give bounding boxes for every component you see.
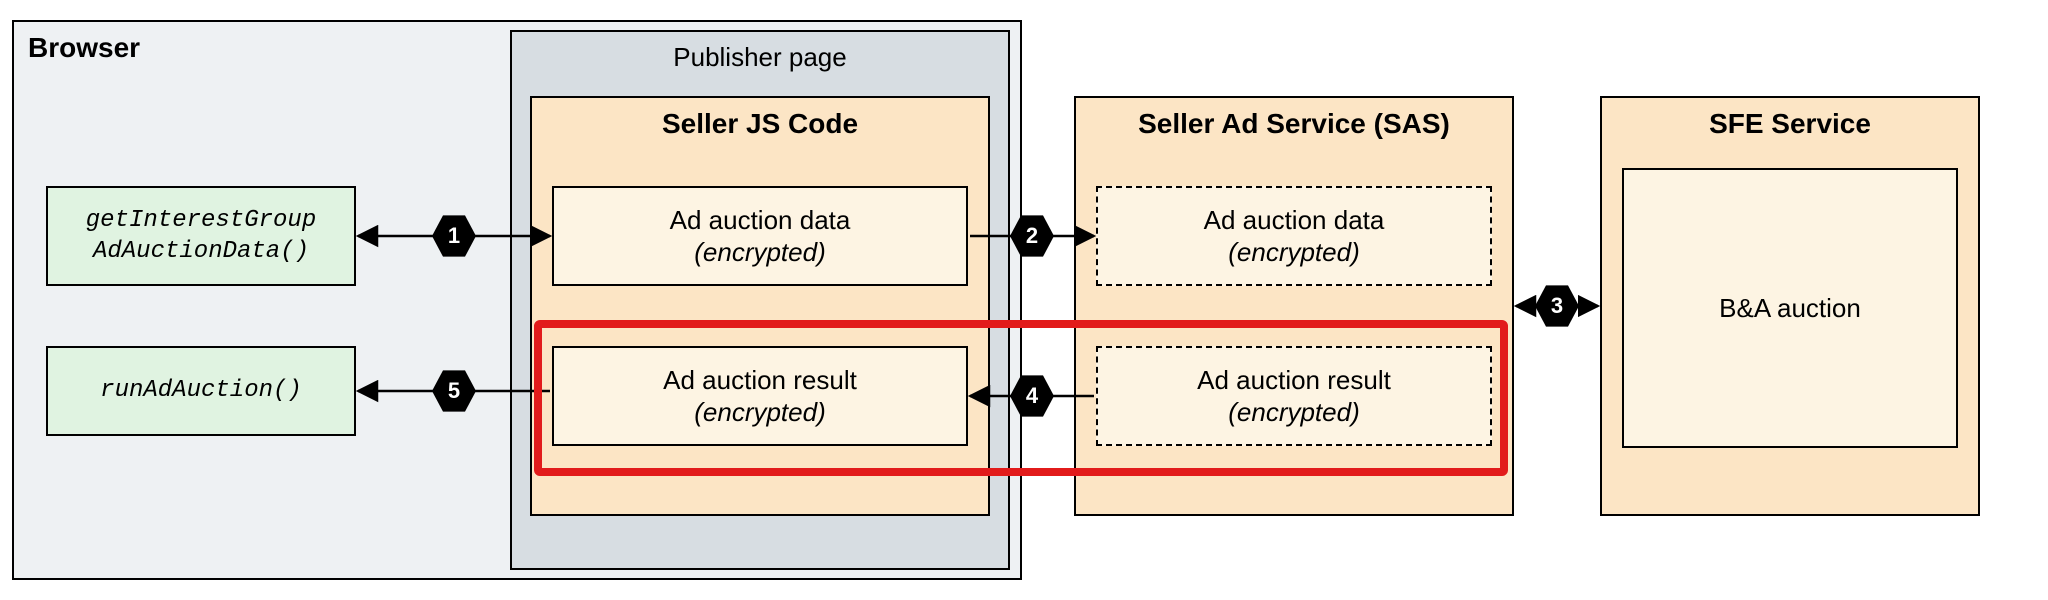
sfe-title: SFE Service: [1602, 108, 1978, 140]
sas-box: Seller Ad Service (SAS): [1074, 96, 1514, 516]
step-5-num: 5: [448, 378, 460, 404]
seller-js-ad-data: Ad auction data (encrypted): [552, 186, 968, 286]
step-3-num: 3: [1551, 293, 1563, 319]
sas-ad-data-l2: (encrypted): [1228, 237, 1360, 267]
api1-line2: AdAuctionData(): [93, 238, 309, 265]
step-1-num: 1: [448, 223, 460, 249]
sas-ad-result-label: Ad auction result (encrypted): [1197, 364, 1391, 429]
sas-title: Seller Ad Service (SAS): [1076, 108, 1512, 140]
sas-ad-result-l1: Ad auction result: [1197, 365, 1391, 395]
seller-js-ad-result-l2: (encrypted): [694, 397, 826, 427]
sas-ad-result: Ad auction result (encrypted): [1096, 346, 1492, 446]
seller-js-ad-data-l1: Ad auction data: [670, 205, 851, 235]
seller-js-ad-result-l1: Ad auction result: [663, 365, 857, 395]
seller-js-ad-result-label: Ad auction result (encrypted): [663, 364, 857, 429]
api1-label: getInterestGroup AdAuctionData(): [86, 205, 316, 267]
sas-ad-data-l1: Ad auction data: [1204, 205, 1385, 235]
seller-js-ad-result: Ad auction result (encrypted): [552, 346, 968, 446]
api-get-interest-group: getInterestGroup AdAuctionData(): [46, 186, 356, 286]
api2-label: runAdAuction(): [100, 375, 302, 406]
browser-title: Browser: [28, 32, 140, 64]
sfe-ba-auction: B&A auction: [1622, 168, 1958, 448]
seller-js-ad-data-l2: (encrypted): [694, 237, 826, 267]
seller-js-box: Seller JS Code: [530, 96, 990, 516]
publisher-title: Publisher page: [512, 42, 1008, 73]
step-3-badge: 3: [1535, 284, 1579, 328]
seller-js-ad-data-label: Ad auction data (encrypted): [670, 204, 851, 269]
api1-line1: getInterestGroup: [86, 207, 316, 234]
sas-ad-data-label: Ad auction data (encrypted): [1204, 204, 1385, 269]
ba-auction-label: B&A auction: [1719, 292, 1861, 325]
sas-ad-result-l2: (encrypted): [1228, 397, 1360, 427]
step-4-num: 4: [1026, 383, 1038, 409]
seller-js-title: Seller JS Code: [532, 108, 988, 140]
api-run-ad-auction: runAdAuction(): [46, 346, 356, 436]
step-2-num: 2: [1026, 223, 1038, 249]
sas-ad-data: Ad auction data (encrypted): [1096, 186, 1492, 286]
